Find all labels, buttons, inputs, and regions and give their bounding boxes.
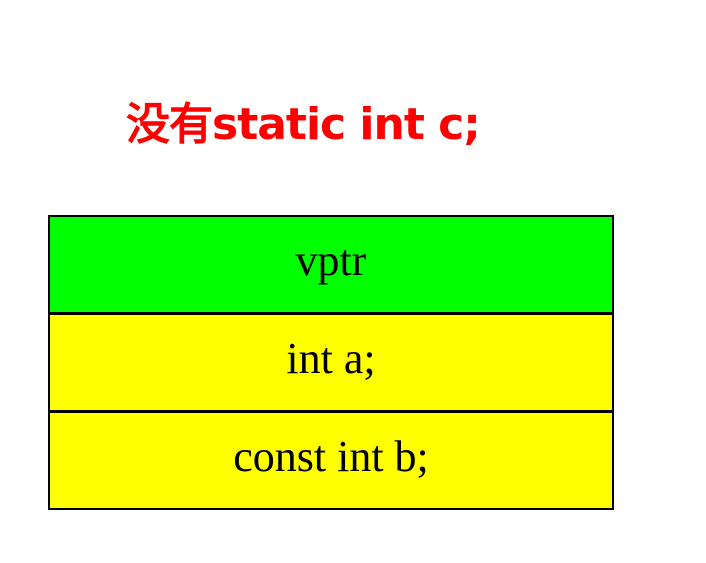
memory-layout-table: vptr int a; const int b;: [48, 215, 614, 510]
int-a-cell: int a;: [50, 312, 612, 410]
const-int-b-cell: const int b;: [50, 410, 612, 508]
vptr-label: vptr: [295, 236, 367, 285]
vptr-cell: vptr: [50, 217, 612, 312]
const-int-b-label: const int b;: [233, 432, 429, 481]
int-a-label: int a;: [286, 334, 376, 383]
title: 没有static int c;: [126, 99, 481, 150]
